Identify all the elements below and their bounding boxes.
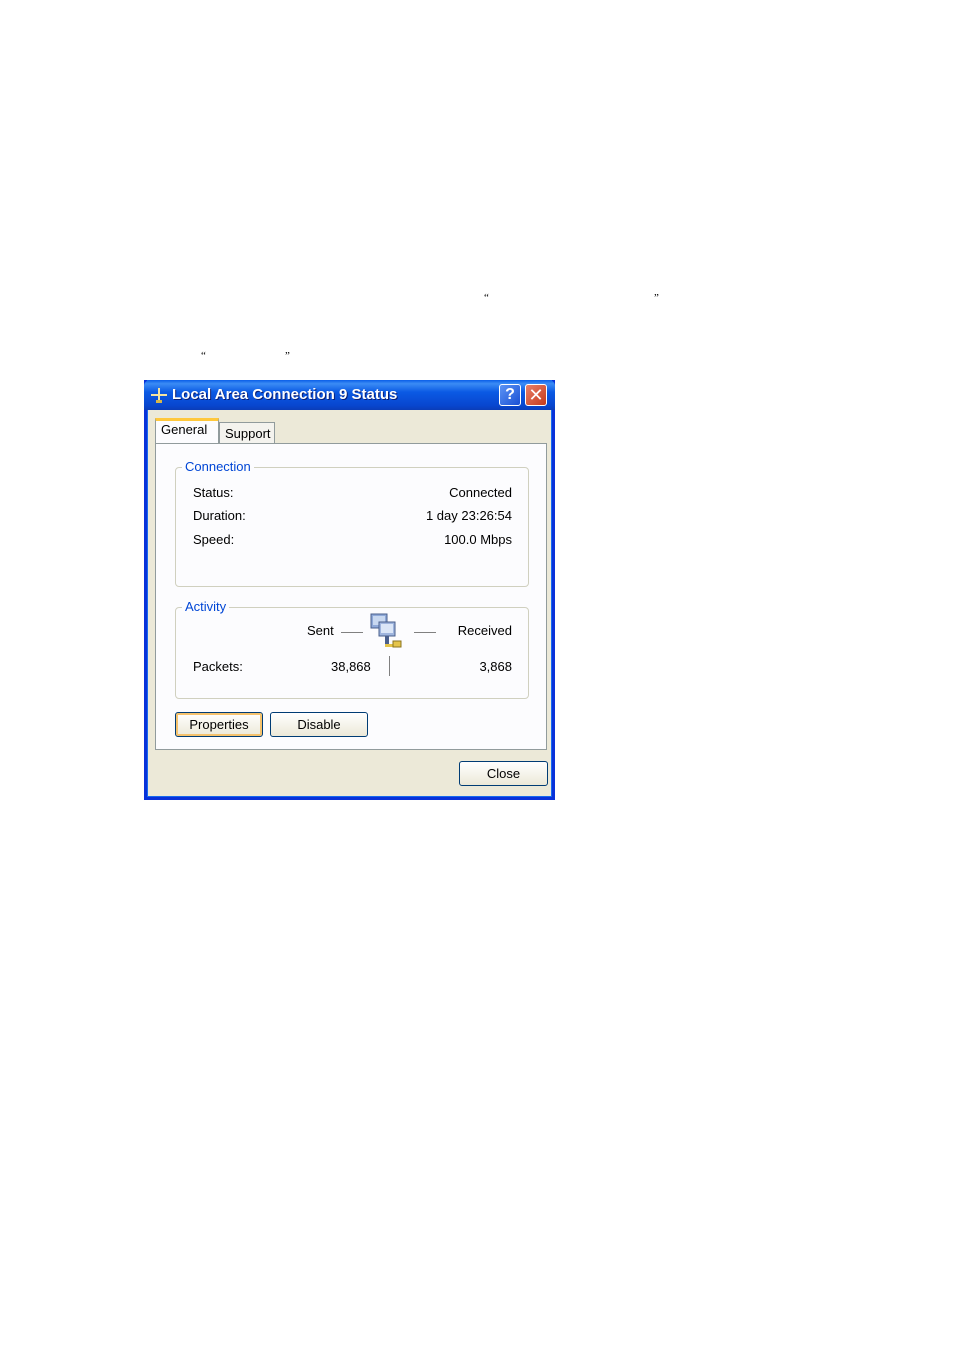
close-button[interactable]: Close (459, 761, 548, 786)
packets-label: Packets: (193, 659, 243, 674)
status-dialog: Local Area Connection 9 Status ? ✕ Gener… (144, 380, 555, 800)
sent-line (341, 632, 363, 633)
properties-button[interactable]: Properties (175, 712, 263, 737)
packets-sent-value: 38,868 (331, 659, 371, 674)
tab-general[interactable]: General (155, 418, 219, 443)
status-label: Status: (193, 485, 234, 500)
sent-label: Sent (307, 623, 334, 638)
open-quote: “ (484, 292, 489, 304)
speed-label: Speed: (193, 532, 235, 547)
duration-label: Duration: (193, 508, 246, 523)
speed-value: 100.0 Mbps (444, 532, 512, 547)
activity-legend: Activity (182, 599, 230, 614)
help-icon: ? (505, 386, 515, 403)
duration-value: 1 day 23:26:54 (425, 508, 512, 523)
received-line (414, 632, 436, 633)
help-button[interactable]: ? (499, 384, 521, 406)
tab-support[interactable]: Support (219, 422, 275, 443)
connection-legend: Connection (182, 459, 254, 474)
tab-label: Support (225, 426, 271, 441)
status-value: Connected (449, 485, 512, 500)
window-title: Local Area Connection 9 Status (172, 386, 398, 403)
network-connection-icon (151, 388, 167, 403)
activity-divider (389, 656, 390, 676)
received-label: Received (457, 623, 512, 638)
network-activity-icon (370, 613, 402, 648)
close-icon: ✕ (528, 384, 544, 405)
disable-button[interactable]: Disable (270, 712, 368, 737)
close-quote: ” (654, 292, 659, 304)
close-quote: ” (285, 350, 290, 362)
activity-group: Activity Sent Received Packets: 38,868 3… (175, 599, 529, 699)
tab-label: General (161, 422, 208, 437)
open-quote: “ (201, 350, 206, 362)
general-tab-panel: Connection Status: Connected Duration: 1… (155, 443, 547, 750)
connection-group: Connection Status: Connected Duration: 1… (175, 459, 529, 587)
window-close-button[interactable]: ✕ (525, 384, 547, 406)
packets-received-value: 3,868 (479, 659, 512, 674)
title-bar[interactable]: Local Area Connection 9 Status ? ✕ (144, 380, 555, 410)
